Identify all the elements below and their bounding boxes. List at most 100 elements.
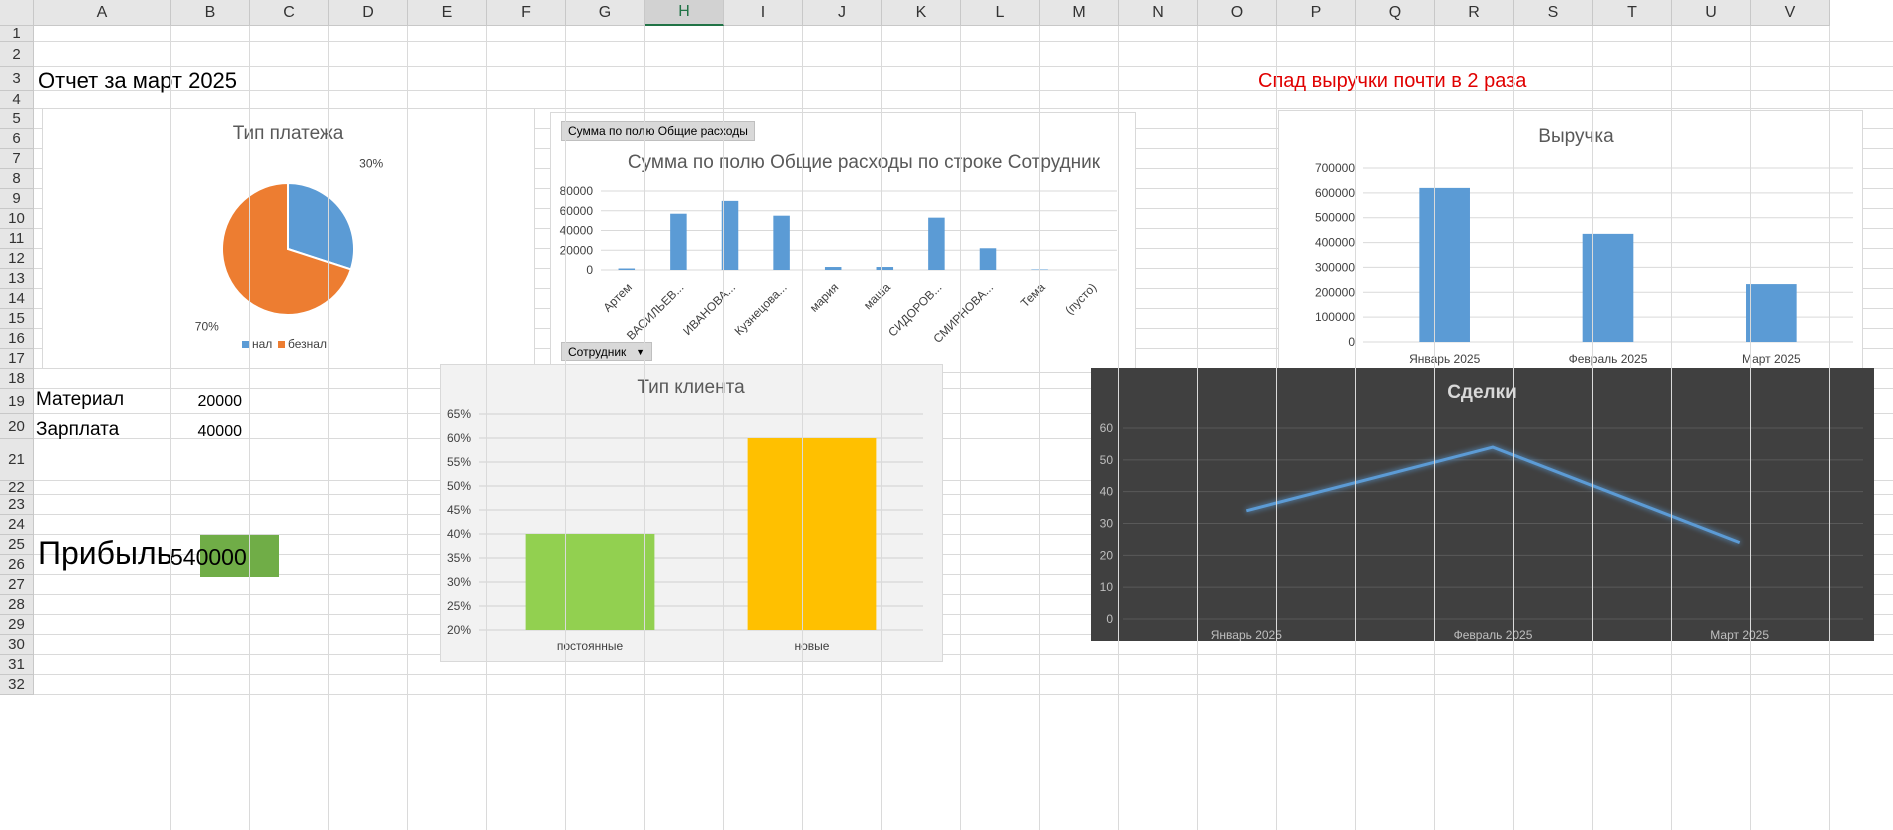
column-header-E[interactable]: E <box>408 0 487 26</box>
column-header-C[interactable]: C <box>250 0 329 26</box>
row-header-2[interactable]: 2 <box>0 42 34 67</box>
profit-label-cell[interactable]: Прибыль <box>38 535 173 572</box>
row-header-20[interactable]: 20 <box>0 414 34 439</box>
column-header-G[interactable]: G <box>566 0 645 26</box>
spreadsheet[interactable]: ABCDEFGHIJKLMNOPQRSTUV 1 2 3 4 5 6 7 8 9 10 11 12 13… <box>0 0 1893 830</box>
row-header-21[interactable]: 21 <box>0 439 34 481</box>
salary-label-cell[interactable]: Зарплата <box>36 419 119 441</box>
column-header-Q[interactable]: Q <box>1356 0 1435 26</box>
row-header-31[interactable]: 31 <box>0 655 34 675</box>
salary-value-cell[interactable]: 40000 <box>166 423 243 441</box>
profit-value-cell[interactable]: 540000 <box>170 544 247 571</box>
deals-chart[interactable]: Сделки 0 10 20 30 40 50 60 Январь 2025 Февраль 20… <box>1091 368 1874 641</box>
grid-column-line <box>486 26 487 830</box>
grid-row-line <box>34 694 1893 695</box>
x-tick-label: Январь 2025 <box>1211 628 1282 641</box>
expenses-pivot-chart[interactable]: Сумма по полю Общие расходы по строке Со… <box>550 112 1136 373</box>
y-tick-label: 40% <box>447 527 471 541</box>
column-header-A[interactable]: A <box>34 0 171 26</box>
grid-column-line <box>1197 26 1198 830</box>
legend-swatch <box>278 341 285 348</box>
row-header-9[interactable]: 9 <box>0 189 34 209</box>
column-header-J[interactable]: J <box>803 0 882 26</box>
column-header-M[interactable]: M <box>1040 0 1119 26</box>
material-label-cell[interactable]: Материал <box>36 389 124 411</box>
grid-row-line <box>34 674 1893 675</box>
row-header-22[interactable]: 22 <box>0 479 34 496</box>
chart-title: Выручка <box>1538 126 1614 147</box>
x-tick-label: маша <box>861 280 893 312</box>
x-tick-label: новые <box>795 639 830 653</box>
column-header-U[interactable]: U <box>1672 0 1751 26</box>
row-header-11[interactable]: 11 <box>0 229 34 249</box>
client-bar-svg: Тип клиента 20% 25% 30% 35% 40% 45% 50% 55% 60% 65… <box>447 377 923 653</box>
column-header-L[interactable]: L <box>961 0 1040 26</box>
row-header-25[interactable]: 25 <box>0 535 34 555</box>
report-title-cell[interactable]: Отчет за март 2025 <box>38 68 237 94</box>
column-header-N[interactable]: N <box>1119 0 1198 26</box>
column-header-K[interactable]: K <box>882 0 961 26</box>
row-header-30[interactable]: 30 <box>0 635 34 655</box>
x-tick-label: мария <box>807 280 842 315</box>
row-header-28[interactable]: 28 <box>0 595 34 615</box>
row-header-19[interactable]: 19 <box>0 389 34 414</box>
grid-column-line <box>249 26 250 830</box>
row-header-16[interactable]: 16 <box>0 329 34 349</box>
grid-column-line <box>723 26 724 830</box>
column-header-S[interactable]: S <box>1514 0 1593 26</box>
row-header-32[interactable]: 32 <box>0 675 34 695</box>
column-header-D[interactable]: D <box>329 0 408 26</box>
cell-grid[interactable]: Отчет за март 2025 Спад выручки почти в … <box>34 26 1893 830</box>
pivot-row-field-button[interactable]: Сотрудник ▼ <box>561 342 652 361</box>
revenue-note-cell[interactable]: Спад выручки почти в 2 раза <box>1258 70 1526 93</box>
row-header-3[interactable]: 3 <box>0 67 34 91</box>
column-header-B[interactable]: B <box>171 0 250 26</box>
payment-type-chart[interactable]: Тип платежа 30% 70% нал безнал <box>42 108 535 369</box>
pie-data-label: 30% <box>359 156 383 170</box>
row-header-15[interactable]: 15 <box>0 309 34 329</box>
row-header-10[interactable]: 10 <box>0 209 34 229</box>
bar <box>876 267 894 270</box>
material-value-cell[interactable]: 20000 <box>166 393 243 411</box>
column-header-R[interactable]: R <box>1435 0 1514 26</box>
row-header-7[interactable]: 7 <box>0 149 34 169</box>
row-header-5[interactable]: 5 <box>0 109 34 129</box>
row-header-8[interactable]: 8 <box>0 169 34 189</box>
y-tick-label: 20% <box>447 623 471 637</box>
row-header-1[interactable]: 1 <box>0 25 34 42</box>
y-tick-label: 0 <box>1106 612 1113 626</box>
row-header-29[interactable]: 29 <box>0 615 34 635</box>
row-header-4[interactable]: 4 <box>0 91 34 109</box>
row-header-23[interactable]: 23 <box>0 495 34 515</box>
revenue-chart[interactable]: Выручка 0 100000 200000 300000 400000 500000 60… <box>1278 110 1863 375</box>
grid-column-line <box>1434 26 1435 830</box>
column-header-T[interactable]: T <box>1593 0 1672 26</box>
select-all-corner[interactable] <box>0 0 34 26</box>
grid-column-line <box>1355 26 1356 830</box>
y-tick-label: 35% <box>447 551 471 565</box>
y-tick-label: 500000 <box>1315 211 1355 225</box>
column-header-F[interactable]: F <box>487 0 566 26</box>
grid-column-line <box>328 26 329 830</box>
x-tick-label: Февраль 2025 <box>1569 352 1648 366</box>
grid-column-line <box>802 26 803 830</box>
client-type-chart[interactable]: Тип клиента 20% 25% 30% 35% 40% 45% 50% 55% 60% 65… <box>440 364 943 662</box>
column-header-I[interactable]: I <box>724 0 803 26</box>
row-header-18[interactable]: 18 <box>0 369 34 389</box>
row-header-27[interactable]: 27 <box>0 575 34 595</box>
pivot-value-field-button[interactable]: Сумма по полю Общие расходы <box>561 121 755 141</box>
y-tick-label: 10 <box>1100 580 1114 594</box>
grid-column-line <box>1513 26 1514 830</box>
row-header-24[interactable]: 24 <box>0 515 34 535</box>
column-header-H[interactable]: H <box>645 0 724 26</box>
column-header-O[interactable]: O <box>1198 0 1277 26</box>
row-header-6[interactable]: 6 <box>0 129 34 149</box>
row-header-26[interactable]: 26 <box>0 555 34 575</box>
row-header-14[interactable]: 14 <box>0 289 34 309</box>
column-header-V[interactable]: V <box>1751 0 1830 26</box>
row-header-13[interactable]: 13 <box>0 269 34 289</box>
row-header-17[interactable]: 17 <box>0 349 34 369</box>
bar <box>773 215 790 270</box>
column-header-P[interactable]: P <box>1277 0 1356 26</box>
row-header-12[interactable]: 12 <box>0 249 34 269</box>
